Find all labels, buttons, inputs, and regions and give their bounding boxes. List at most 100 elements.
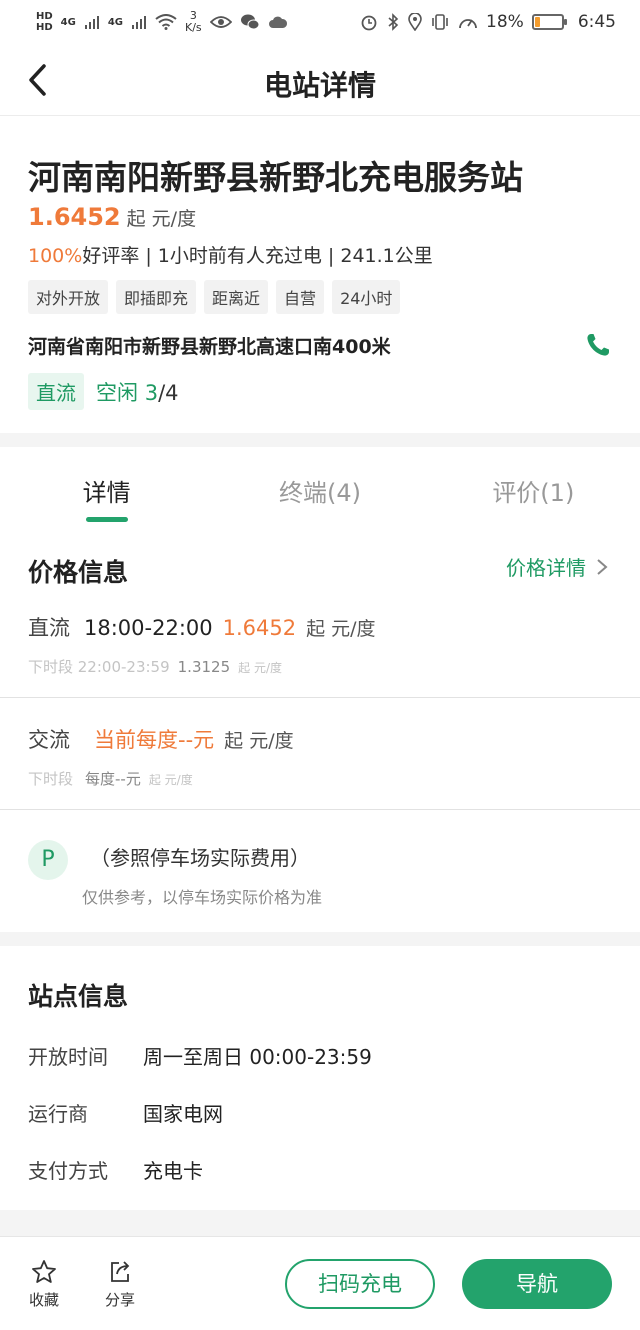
speedometer-icon	[459, 19, 477, 29]
tab-terminals[interactable]: 终端(4)	[213, 447, 426, 527]
battery-icon	[531, 14, 567, 30]
nav-bar: 电站详情	[0, 44, 640, 116]
dc-next-unit: 起 元/度	[238, 661, 282, 675]
charger-type-badge: 直流	[28, 373, 84, 410]
chevron-right-icon	[597, 558, 608, 575]
ac-type: 交流	[28, 728, 70, 752]
tag: 自营	[276, 280, 325, 314]
tag: 对外开放	[28, 280, 109, 314]
station-header: 河南南阳新野县新野北充电服务站 1.6452 起 元/度 100%好评率 | 1…	[0, 117, 640, 433]
ac-next-price: 每度--元	[85, 770, 141, 788]
station-address: 河南省南阳市新野县新野北高速口南400米	[28, 335, 391, 358]
tag: 距离近	[204, 280, 269, 314]
vibrate-icon	[432, 14, 448, 30]
status-right: 18% 6:45	[360, 12, 616, 32]
ac-price-row: 交流 当前每度--元 起 元/度	[28, 724, 294, 754]
sim2-network: 4G	[107, 16, 124, 28]
dc-next-label: 下时段 22:00-23:59	[28, 658, 170, 676]
station-price-row: 1.6452 起 元/度	[28, 203, 196, 231]
share-label: 分享	[104, 1291, 135, 1309]
net-speed: 3 K/s	[185, 10, 202, 34]
tab-reviews[interactable]: 评价(1)	[427, 447, 640, 527]
section-separator	[0, 932, 640, 946]
info-value: 国家电网	[143, 1102, 223, 1126]
clock-time: 6:45	[577, 12, 616, 32]
hd1-label: HD	[36, 11, 53, 22]
station-price-unit: 起 元/度	[126, 208, 197, 230]
share-button[interactable]: 分享	[90, 1259, 150, 1310]
station-tags: 对外开放 即插即充 距离近 自营 24小时	[28, 280, 401, 314]
navigate-button[interactable]: 导航	[462, 1259, 612, 1309]
detail-tabs: 详情 终端(4) 评价(1)	[0, 447, 640, 527]
dc-next-price: 1.3125	[177, 658, 231, 676]
share-icon	[111, 1261, 130, 1282]
status-bar: HD HD 4G 4G 3 K/s 18% 6:45	[0, 0, 640, 44]
wechat-icon	[240, 14, 260, 30]
idle-label: 空闲	[96, 380, 138, 405]
parking-text: （参照停车场实际费用）	[90, 846, 310, 870]
active-tab-indicator	[86, 517, 128, 522]
address-row: 河南省南阳市新野县新野北高速口南400米	[28, 331, 612, 359]
hd2-label: HD	[36, 22, 53, 33]
favorite-button[interactable]: 收藏	[14, 1259, 74, 1310]
station-meta: 100%好评率 | 1小时前有人充过电 | 241.1公里	[28, 241, 433, 268]
alarm-icon	[361, 15, 377, 31]
price-detail-link[interactable]: 价格详情	[506, 552, 608, 581]
info-row-operator: 运行商 国家电网	[28, 1098, 223, 1127]
info-row-payment: 支付方式 充电卡	[28, 1155, 203, 1184]
meta-text: 好评率 | 1小时前有人充过电 | 241.1公里	[82, 245, 433, 267]
favorite-label: 收藏	[28, 1291, 59, 1309]
section-separator	[0, 1210, 640, 1236]
signal-icon	[84, 16, 99, 29]
dc-unit: 起 元/度	[306, 618, 376, 640]
info-label: 支付方式	[28, 1159, 108, 1183]
wifi-icon	[155, 14, 177, 30]
dc-next-period-row: 下时段 22:00-23:59 1.3125 起 元/度	[28, 656, 282, 677]
info-value: 周一至周日 00:00-23:59	[143, 1045, 372, 1069]
info-row-open-hours: 开放时间 周一至周日 00:00-23:59	[28, 1041, 372, 1070]
price-detail-label: 价格详情	[506, 556, 586, 580]
charger-status-row: 直流 空闲 3/4	[28, 373, 179, 410]
cloud-icon	[268, 16, 287, 28]
scan-charge-button[interactable]: 扫码充电	[285, 1259, 435, 1309]
ac-unit: 起 元/度	[224, 730, 294, 752]
rating-value: 100%	[28, 245, 83, 267]
price-info-title: 价格信息	[28, 558, 129, 587]
bottom-action-bar: 收藏 分享 扫码充电 导航	[0, 1236, 640, 1330]
dc-type: 直流	[28, 616, 70, 640]
eye-icon	[209, 16, 232, 28]
tag: 即插即充	[116, 280, 197, 314]
ac-next-period-row: 下时段 每度--元 起 元/度	[28, 768, 193, 789]
site-info-title: 站点信息	[28, 982, 129, 1011]
bluetooth-icon	[388, 13, 399, 31]
star-icon	[32, 1260, 56, 1283]
parking-icon: P	[28, 840, 68, 880]
page-title: 电站详情	[263, 69, 376, 102]
info-label: 开放时间	[28, 1045, 108, 1069]
ac-price: 当前每度--元	[94, 728, 215, 752]
divider	[0, 697, 640, 698]
dc-price: 1.6452	[222, 616, 297, 640]
parking-note: 仅供参考，以停车场实际价格为准	[82, 888, 323, 907]
dc-time: 18:00-22:00	[84, 616, 213, 640]
signal-icon	[132, 16, 147, 29]
net-speed-unit: K/s	[185, 21, 202, 34]
tab-details[interactable]: 详情	[0, 447, 213, 527]
info-label: 运行商	[28, 1102, 88, 1126]
ac-next-unit: 起 元/度	[148, 773, 193, 787]
divider	[0, 809, 640, 810]
location-icon	[408, 13, 422, 31]
tag: 24小时	[332, 280, 401, 314]
status-left: HD HD 4G 4G 3 K/s	[36, 10, 288, 34]
idle-total: /4	[158, 380, 179, 405]
dc-price-row: 直流 18:00-22:00 1.6452 起 元/度	[28, 612, 376, 642]
phone-icon[interactable]	[584, 331, 612, 359]
station-price: 1.6452	[28, 203, 121, 231]
info-value: 充电卡	[143, 1159, 203, 1183]
section-separator	[0, 433, 640, 447]
sim1-network: 4G	[60, 16, 76, 28]
idle-available: 3	[144, 380, 159, 405]
hd-indicators: HD HD	[36, 11, 53, 33]
ac-next-label: 下时段	[28, 770, 74, 788]
station-name: 河南南阳新野县新野北充电服务站	[28, 158, 523, 197]
